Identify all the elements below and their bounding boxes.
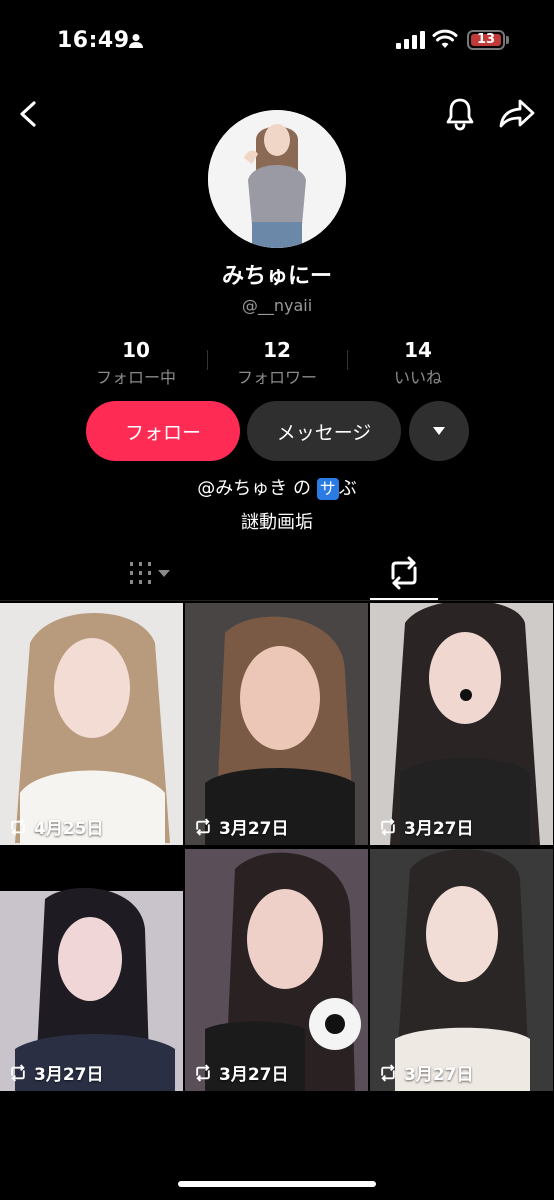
stat-following-count: 10 xyxy=(122,338,150,362)
repost-icon xyxy=(196,817,210,836)
stat-likes-label: いいね xyxy=(393,368,442,387)
battery-icon: 13 xyxy=(467,30,505,50)
follow-button[interactable]: フォロー xyxy=(86,401,240,461)
tile-date-text: 3月27日 xyxy=(219,819,289,839)
caret-down-icon xyxy=(433,427,445,435)
bio-mention[interactable]: @みちゅき の xyxy=(197,478,311,499)
active-tab-indicator xyxy=(370,598,438,600)
tile-date-text: 3月27日 xyxy=(219,1065,289,1085)
share-icon[interactable] xyxy=(498,98,536,130)
video-tile[interactable]: 3月27日 xyxy=(0,849,183,1091)
video-tile[interactable]: 3月27日 xyxy=(370,849,553,1091)
repost-icon xyxy=(11,817,25,836)
message-button[interactable]: メッセージ xyxy=(247,401,401,461)
profile-name: みちゅにー xyxy=(221,264,332,289)
cellular-signal-icon xyxy=(396,31,425,49)
repost-icon xyxy=(381,1063,395,1082)
tile-date-text: 4月25日 xyxy=(34,819,104,839)
home-indicator[interactable] xyxy=(178,1181,376,1187)
person-icon xyxy=(129,34,143,48)
tile-date: 4月25日 xyxy=(8,814,104,839)
tile-date: 3月27日 xyxy=(378,814,474,839)
tile-date: 3月27日 xyxy=(193,1060,289,1085)
wifi-icon xyxy=(432,29,458,48)
more-options-button[interactable] xyxy=(409,401,469,461)
grid-icon[interactable] xyxy=(128,560,174,588)
bio-suffix: ぶ xyxy=(338,478,357,499)
stat-likes-count: 14 xyxy=(404,338,432,362)
bio-line-1: @みちゅき の サぶ xyxy=(0,474,554,500)
stat-likes[interactable]: 14 いいね xyxy=(338,338,498,388)
repost-icon xyxy=(381,817,395,836)
stat-followers-count: 12 xyxy=(263,338,291,362)
profile-handle: @__nyaii xyxy=(241,296,313,315)
repost-icon xyxy=(196,1063,210,1082)
avatar[interactable] xyxy=(208,110,346,248)
repost-icon xyxy=(11,1063,25,1082)
video-tile[interactable]: 4月25日 xyxy=(0,603,183,845)
tile-date-text: 3月27日 xyxy=(404,1065,474,1085)
tile-date: 3月27日 xyxy=(8,1060,104,1085)
repost-icon[interactable] xyxy=(386,556,422,590)
stat-following[interactable]: 10 フォロー中 xyxy=(56,338,216,388)
bio-badge: サ xyxy=(316,478,339,500)
status-time: 16:49 xyxy=(57,28,130,53)
battery-level: 13 xyxy=(476,32,496,47)
stat-followers[interactable]: 12 フォロワー xyxy=(197,338,357,388)
stat-following-label: フォロー中 xyxy=(95,368,176,387)
stat-followers-label: フォロワー xyxy=(236,368,317,387)
tile-date: 3月27日 xyxy=(193,814,289,839)
tile-date: 3月27日 xyxy=(378,1060,474,1085)
tile-date-text: 3月27日 xyxy=(34,1065,104,1085)
video-tile[interactable]: 3月27日 xyxy=(370,603,553,845)
bio-line-2: 謎動画垢 xyxy=(241,512,313,533)
back-icon[interactable] xyxy=(14,98,42,130)
tile-date-text: 3月27日 xyxy=(404,819,474,839)
video-tile[interactable]: 3月27日 xyxy=(185,849,368,1091)
video-tile[interactable]: 3月27日 xyxy=(185,603,368,845)
bell-icon[interactable] xyxy=(444,97,476,131)
